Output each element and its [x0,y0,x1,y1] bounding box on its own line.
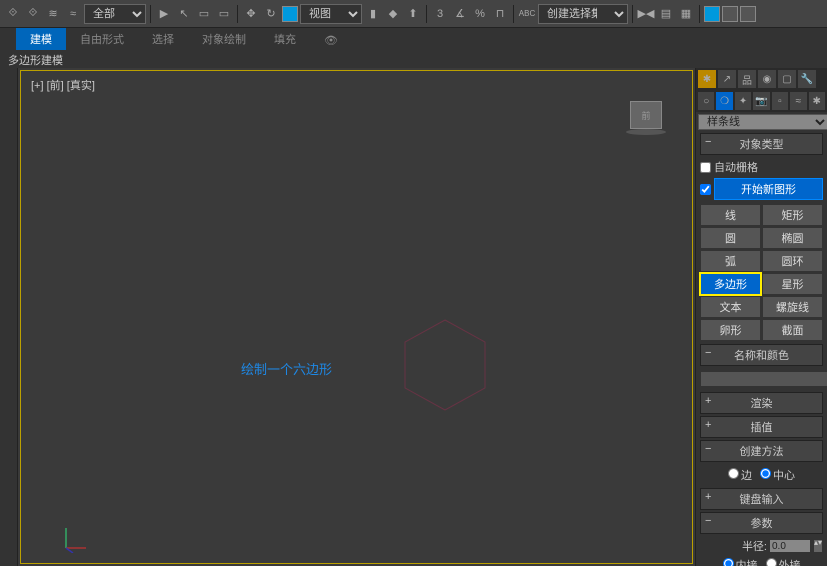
cameras-icon[interactable]: 📷 [753,92,769,110]
btn-helix[interactable]: 螺旋线 [762,296,823,318]
align-icon[interactable]: ▤ [657,5,675,23]
mirror-icon[interactable]: ▶◀ [637,5,655,23]
btn-ellipse[interactable]: 椭圆 [762,227,823,249]
ribbon-tabs: 建模 自由形式 选择 对象绘制 填充 👁 [0,28,827,50]
up-icon[interactable]: ⬆ [404,5,422,23]
btn-egg[interactable]: 卵形 [700,319,761,341]
percent-icon[interactable]: % [471,5,489,23]
link-icon[interactable]: ⟐ [4,5,22,23]
viewport-label: [+] [前] [真实] [31,77,95,93]
startnew-check[interactable] [700,184,711,195]
startnew-button[interactable]: 开始新图形 [714,178,823,200]
tab-modeling[interactable]: 建模 [16,28,66,50]
btn-polygon[interactable]: 多边形 [700,273,761,295]
cursor-icon[interactable]: ↖ [175,5,193,23]
lights-icon[interactable]: ✦ [735,92,751,110]
motion-tab-icon[interactable]: ◉ [758,70,776,88]
viewport[interactable]: [+] [前] [真实] 前 绘制一个六边形 [20,70,693,564]
hexagon-shape [395,315,495,415]
scale-icon[interactable] [282,6,298,22]
utilities-tab-icon[interactable]: 🔧 [798,70,816,88]
command-panel: ✱ ↗ 品 ◉ ▢ 🔧 ○ ❍ ✦ 📷 ▫ ≈ ✱ 样条线 −对象类型 自动栅格… [695,68,827,566]
spline-type-select[interactable]: 样条线 [698,114,827,130]
select-rect2-icon[interactable]: ▭ [215,5,233,23]
render3-icon[interactable] [740,6,756,22]
btn-arc[interactable]: 弧 [700,250,761,272]
center-radio[interactable] [760,468,771,479]
filter-select[interactable]: 全部 [84,4,146,24]
select-rect-icon[interactable]: ▭ [195,5,213,23]
btn-section[interactable]: 截面 [762,319,823,341]
layers-icon[interactable]: ≈ [64,5,82,23]
view-select[interactable]: 视图 [300,4,362,24]
rollout-obj-type[interactable]: −对象类型 [700,133,823,155]
render2-icon[interactable] [722,6,738,22]
angle-icon[interactable]: ∡ [451,5,469,23]
btn-donut[interactable]: 圆环 [762,250,823,272]
hierarchy-tab-icon[interactable]: 品 [738,70,756,88]
name-input[interactable] [700,371,827,387]
rollout-render[interactable]: +渲染 [700,392,823,414]
subtab-poly: 多边形建模 [0,50,827,68]
layer-icon[interactable]: ▦ [677,5,695,23]
rollout-interp[interactable]: +插值 [700,416,823,438]
btn-line[interactable]: 线 [700,204,761,226]
tab-select[interactable]: 选择 [138,28,188,50]
btn-star[interactable]: 星形 [762,273,823,295]
rollout-name-color[interactable]: −名称和颜色 [700,344,823,366]
arrow-icon[interactable]: ▶ [155,5,173,23]
panel-sub-tabs: ○ ❍ ✦ 📷 ▫ ≈ ✱ [696,90,827,112]
left-strip [0,68,18,566]
rollout-kb[interactable]: +键盘输入 [700,488,823,510]
warps-icon[interactable]: ≈ [790,92,806,110]
tab-eye-icon[interactable]: 👁 [310,31,352,50]
rotate-icon[interactable]: ↻ [262,5,280,23]
snap3-icon[interactable]: 3 [431,5,449,23]
btn-text[interactable]: 文本 [700,296,761,318]
tab-fill[interactable]: 填充 [260,28,310,50]
bind-icon[interactable]: ≋ [44,5,62,23]
geom-icon[interactable]: ○ [698,92,714,110]
radius-label: 半径: [742,538,767,554]
btn-circle[interactable]: 圆 [700,227,761,249]
shapes-icon[interactable]: ❍ [716,92,732,110]
render1-icon[interactable] [704,6,720,22]
view-cube[interactable]: 前 [630,101,662,129]
main-toolbar: ⟐ ⟐ ≋ ≈ 全部 ▶ ↖ ▭ ▭ ✥ ↻ 视图 ▮ ◆ ⬆ 3 ∡ % ⊓ … [0,0,827,28]
move-icon[interactable]: ✥ [242,5,260,23]
annotation-text: 绘制一个六边形 [241,359,332,378]
circumscribed-radio[interactable] [766,558,777,566]
snap-icon[interactable]: ◆ [384,5,402,23]
autogrid-label: 自动栅格 [714,159,758,175]
systems-icon[interactable]: ✱ [809,92,825,110]
unlink-icon[interactable]: ⟐ [24,5,42,23]
rollout-params[interactable]: −参数 [700,512,823,534]
autogrid-check[interactable] [700,162,711,173]
modify-tab-icon[interactable]: ↗ [718,70,736,88]
abc-icon[interactable]: ABC [518,5,536,23]
inscribed-radio[interactable] [723,558,734,566]
rollout-create-method[interactable]: −创建方法 [700,440,823,462]
tab-freeform[interactable]: 自由形式 [66,28,138,50]
btn-rect[interactable]: 矩形 [762,204,823,226]
radius-spin-btns[interactable]: ▴▾ [813,539,823,553]
magnet-icon[interactable]: ⊓ [491,5,509,23]
panel-main-tabs: ✱ ↗ 品 ◉ ▢ 🔧 [696,68,827,90]
named-set-select[interactable]: 创建选择集 [538,4,628,24]
display-tab-icon[interactable]: ▢ [778,70,796,88]
flag-icon[interactable]: ▮ [364,5,382,23]
helpers-icon[interactable]: ▫ [772,92,788,110]
view-cube-base [626,129,666,135]
edge-radio[interactable] [728,468,739,479]
tab-objpaint[interactable]: 对象绘制 [188,28,260,50]
radius-spinner[interactable] [769,539,811,553]
create-tab-icon[interactable]: ✱ [698,70,716,88]
axis-gizmo [61,523,91,553]
